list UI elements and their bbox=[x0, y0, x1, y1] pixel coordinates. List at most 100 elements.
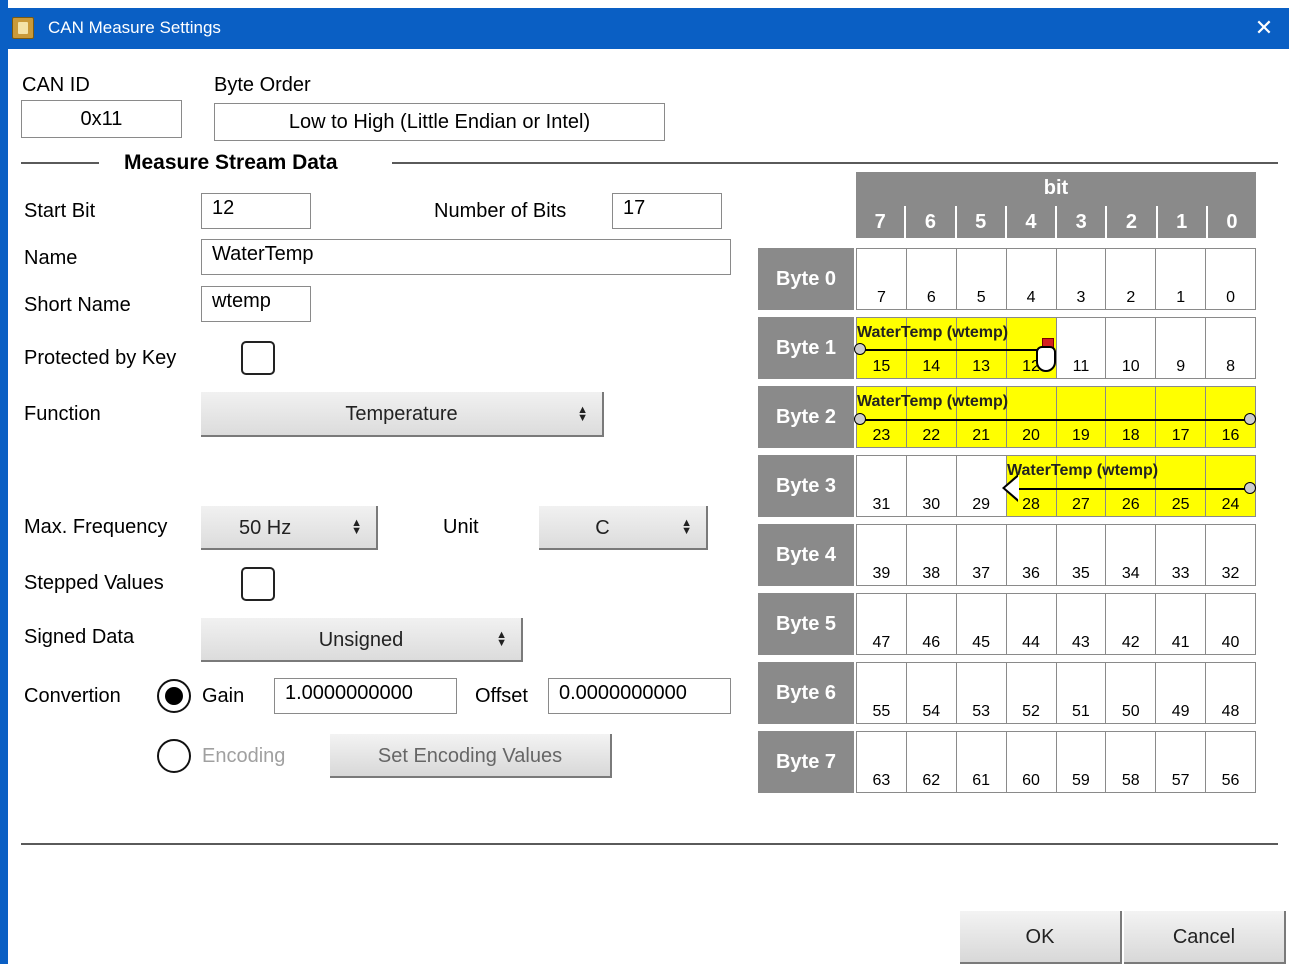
byte-order-field[interactable]: Low to High (Little Endian or Intel) bbox=[214, 103, 665, 141]
bit-cell[interactable]: 55 bbox=[856, 663, 906, 723]
gain-field[interactable]: 1.0000000000 bbox=[274, 678, 457, 714]
bit-cell[interactable]: 59 bbox=[1055, 732, 1106, 792]
set-encoding-values-button[interactable]: Set Encoding Values bbox=[330, 734, 612, 778]
bit-cell[interactable]: 47 bbox=[856, 594, 906, 654]
byte-row-label: Byte 1 bbox=[758, 317, 854, 379]
bit-cell[interactable]: 46 bbox=[905, 594, 956, 654]
bit-cell[interactable]: 1 bbox=[1155, 249, 1205, 309]
bit-cell[interactable]: 48 bbox=[1205, 663, 1256, 723]
bit-number: 34 bbox=[1121, 565, 1140, 582]
bit-cell[interactable]: 45 bbox=[955, 594, 1006, 654]
bit-cell[interactable]: 39 bbox=[856, 525, 906, 585]
bit-cell[interactable]: 29 bbox=[955, 456, 1006, 516]
section-divider-left bbox=[21, 162, 99, 164]
bit-cell[interactable]: 30 bbox=[905, 456, 956, 516]
bit-number: 15 bbox=[872, 358, 891, 375]
signed-data-label: Signed Data bbox=[24, 626, 135, 648]
bit-number: 29 bbox=[972, 496, 991, 513]
bit-number: 39 bbox=[872, 565, 891, 582]
bit-cell[interactable]: 17 bbox=[1155, 387, 1206, 447]
signed-data-dropdown[interactable]: Unsigned ▲ ▼ bbox=[201, 618, 523, 662]
bit-cell[interactable]: 19 bbox=[1055, 387, 1106, 447]
short-name-label: Short Name bbox=[24, 294, 131, 316]
gain-radio[interactable] bbox=[157, 679, 191, 713]
number-of-bits-field[interactable]: 17 bbox=[612, 193, 722, 229]
bit-cell[interactable]: 60 bbox=[1005, 732, 1056, 792]
bit-cell[interactable]: 8 bbox=[1205, 318, 1256, 378]
bit-cell[interactable]: 58 bbox=[1105, 732, 1155, 792]
bit-cell[interactable]: 18 bbox=[1105, 387, 1156, 447]
bit-cell[interactable]: 40 bbox=[1205, 594, 1256, 654]
max-frequency-dropdown[interactable]: 50 Hz ▲ ▼ bbox=[201, 506, 378, 550]
bit-cell[interactable]: 10 bbox=[1105, 318, 1155, 378]
protected-by-key-label: Protected by Key bbox=[24, 347, 177, 369]
name-field[interactable]: WaterTemp bbox=[201, 239, 731, 275]
start-bit-field[interactable]: 12 bbox=[201, 193, 311, 229]
bit-cell[interactable]: 32 bbox=[1205, 525, 1256, 585]
bit-cell[interactable]: 11 bbox=[1055, 318, 1106, 378]
signal-handle[interactable] bbox=[854, 413, 866, 425]
bit-cell[interactable]: 6 bbox=[905, 249, 956, 309]
bit-cell[interactable]: 7 bbox=[856, 249, 906, 309]
function-dropdown[interactable]: Temperature ▲ ▼ bbox=[201, 392, 604, 437]
bit-number: 51 bbox=[1072, 703, 1090, 720]
short-name-field[interactable]: wtemp bbox=[201, 286, 311, 322]
bit-cell[interactable]: 44 bbox=[1005, 594, 1056, 654]
offset-field[interactable]: 0.0000000000 bbox=[548, 678, 731, 714]
bit-number: 11 bbox=[1072, 358, 1090, 375]
unit-dropdown[interactable]: C ▲ ▼ bbox=[539, 506, 708, 550]
bit-cell[interactable]: 61 bbox=[955, 732, 1006, 792]
bit-cell[interactable]: 36 bbox=[1005, 525, 1056, 585]
bit-cell[interactable]: 4 bbox=[1005, 249, 1056, 309]
protected-by-key-checkbox[interactable] bbox=[241, 341, 275, 375]
byte-row: Byte 5 47 46 45 44 43 42 41 40 bbox=[758, 593, 1256, 655]
arrow-left-icon-fill bbox=[1005, 476, 1019, 500]
byte-row-label: Byte 5 bbox=[758, 593, 854, 655]
signal-handle[interactable] bbox=[1244, 413, 1256, 425]
bit-cell[interactable]: 43 bbox=[1055, 594, 1106, 654]
signal-handle[interactable] bbox=[1244, 482, 1256, 494]
bit-cell[interactable]: 35 bbox=[1055, 525, 1106, 585]
bit-cell[interactable]: 52 bbox=[1005, 663, 1056, 723]
bit-cell[interactable]: 54 bbox=[905, 663, 956, 723]
bit-cell[interactable]: 5 bbox=[955, 249, 1006, 309]
bit-cell[interactable]: 63 bbox=[856, 732, 906, 792]
bit-cell[interactable]: 38 bbox=[905, 525, 956, 585]
bit-number: 42 bbox=[1121, 634, 1140, 651]
ok-button[interactable]: OK bbox=[960, 911, 1122, 964]
bit-cell[interactable]: 3 bbox=[1055, 249, 1106, 309]
signal-start-handle[interactable] bbox=[854, 343, 866, 355]
bit-cell[interactable]: 33 bbox=[1155, 525, 1205, 585]
bit-cell[interactable]: 34 bbox=[1105, 525, 1155, 585]
title-bar[interactable]: CAN Measure Settings ✕ bbox=[0, 8, 1289, 49]
bit-cell[interactable]: 56 bbox=[1205, 732, 1256, 792]
bit-cell[interactable]: 41 bbox=[1155, 594, 1205, 654]
bit-cell[interactable]: 25 bbox=[1155, 456, 1206, 516]
bit-number: 23 bbox=[872, 427, 891, 444]
bit-cell[interactable]: 9 bbox=[1155, 318, 1205, 378]
cancel-button[interactable]: Cancel bbox=[1124, 911, 1286, 964]
bit-cell[interactable]: 57 bbox=[1155, 732, 1205, 792]
bit-cell[interactable]: 37 bbox=[955, 525, 1006, 585]
bit-number: 14 bbox=[922, 358, 941, 375]
bit-number: 8 bbox=[1226, 358, 1236, 375]
bit-number: 55 bbox=[872, 703, 891, 720]
bit-header-cell: 6 bbox=[904, 206, 954, 238]
stepped-values-checkbox[interactable] bbox=[241, 567, 275, 601]
encoding-radio[interactable] bbox=[157, 739, 191, 773]
window-title: CAN Measure Settings bbox=[48, 18, 221, 37]
bit-cell[interactable]: 53 bbox=[955, 663, 1006, 723]
bit-cell[interactable]: 51 bbox=[1055, 663, 1106, 723]
bit-cell[interactable]: 49 bbox=[1155, 663, 1205, 723]
bit-cell[interactable]: 2 bbox=[1105, 249, 1155, 309]
bit-cell[interactable]: 31 bbox=[856, 456, 906, 516]
close-icon[interactable]: ✕ bbox=[1249, 13, 1279, 43]
bit-cell[interactable]: 50 bbox=[1105, 663, 1155, 723]
bit-cell[interactable]: 62 bbox=[905, 732, 956, 792]
offset-label: Offset bbox=[475, 685, 528, 707]
signal-line bbox=[1012, 488, 1250, 490]
can-id-field[interactable]: 0x11 bbox=[21, 100, 182, 138]
bit-cell[interactable]: 20 bbox=[1005, 387, 1056, 447]
bit-cell[interactable]: 42 bbox=[1105, 594, 1155, 654]
bit-cell[interactable]: 0 bbox=[1205, 249, 1256, 309]
